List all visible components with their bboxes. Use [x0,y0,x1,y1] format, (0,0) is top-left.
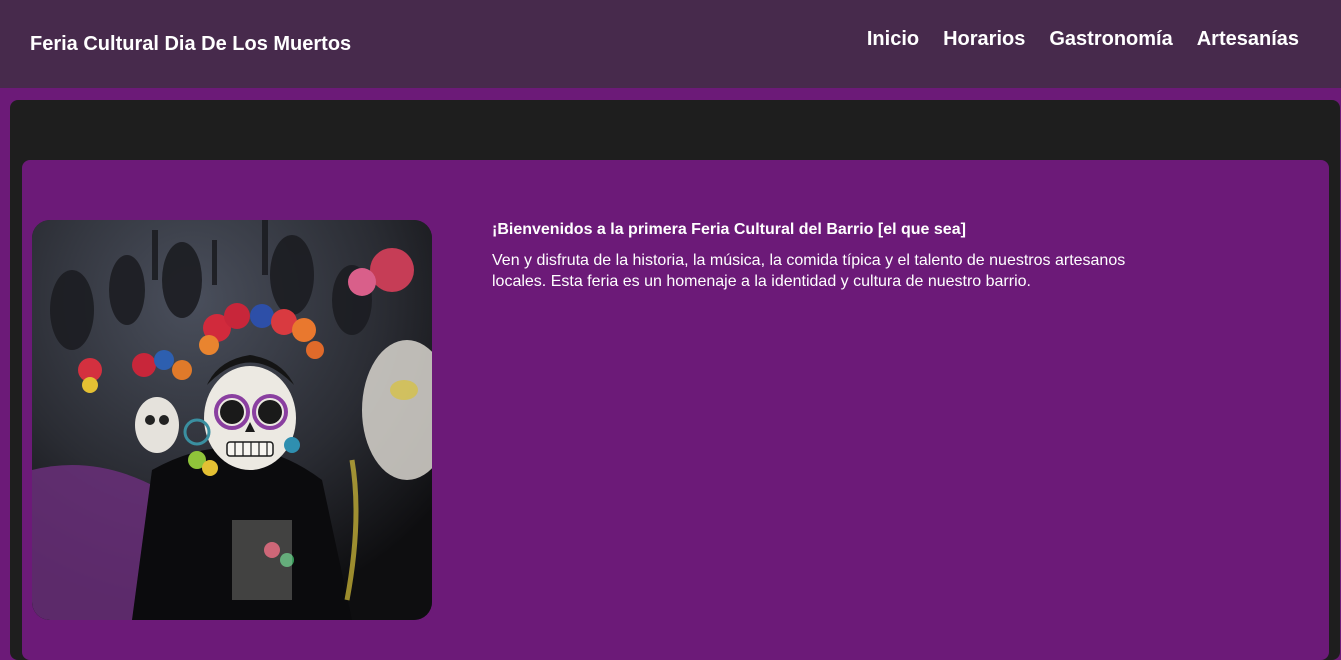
main-nav: Inicio Horarios Gastronomía Artesanías [867,28,1299,51]
nav-link-gastronomia[interactable]: Gastronomía [1049,28,1172,51]
catrina-parade-image [32,220,432,620]
nav-link-horarios[interactable]: Horarios [943,28,1025,51]
site-header: Feria Cultural Dia De Los Muertos Inicio… [0,0,1341,88]
site-title: Feria Cultural Dia De Los Muertos [30,33,352,55]
nav-link-inicio[interactable]: Inicio [867,28,919,51]
nav-link-artesanias[interactable]: Artesanías [1197,28,1299,51]
welcome-heading: ¡Bienvenidos a la primera Feria Cultural… [492,221,966,238]
welcome-paragraph: Ven y disfruta de la historia, la música… [492,252,1126,290]
